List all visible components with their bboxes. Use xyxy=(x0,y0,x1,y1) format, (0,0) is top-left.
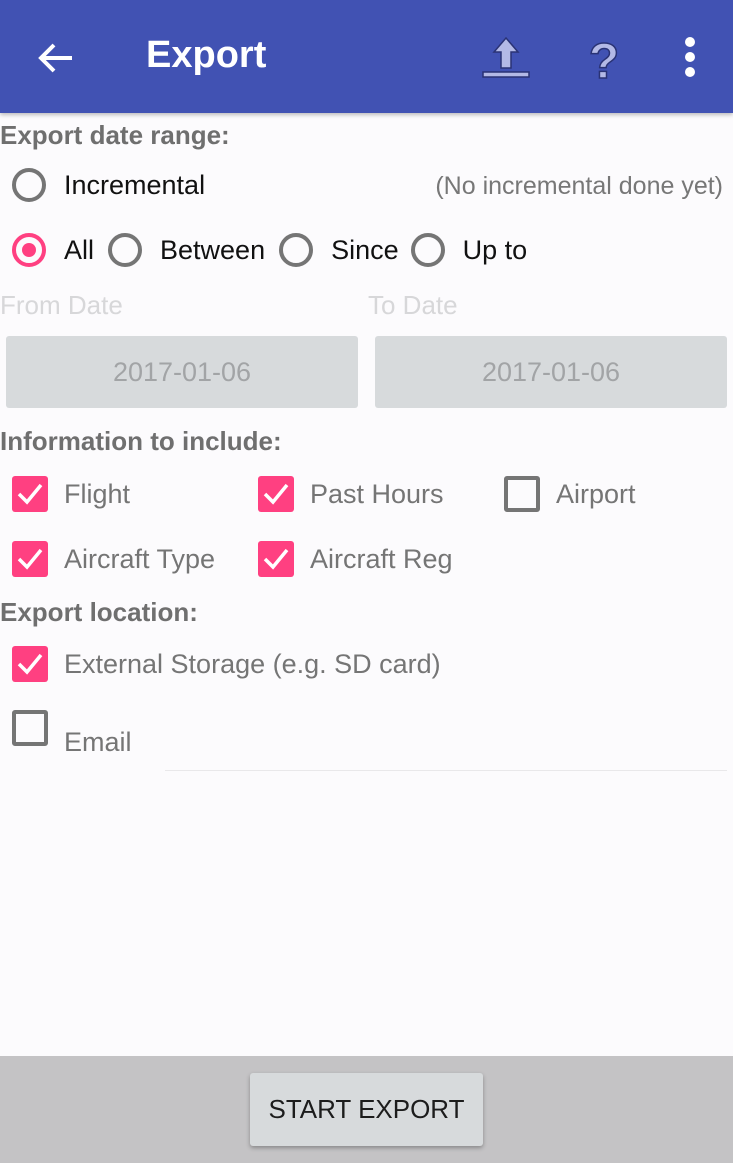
radio-incremental-label: Incremental xyxy=(64,169,206,200)
checkbox-flight[interactable]: Flight xyxy=(12,476,130,512)
radio-incremental-circle[interactable] xyxy=(12,168,46,202)
checkmark-icon xyxy=(263,483,289,505)
page-title: Export xyxy=(146,34,267,76)
checkbox-aircraft-reg-box[interactable] xyxy=(258,541,294,577)
checkbox-past-hours[interactable]: Past Hours xyxy=(258,476,444,512)
checkbox-external-storage-box[interactable] xyxy=(12,646,48,682)
radio-group-range: All Between Since Up to xyxy=(12,233,527,267)
help-icon[interactable]: ? xyxy=(576,30,632,86)
info-heading: Information to include: xyxy=(0,426,282,456)
checkbox-past-hours-box[interactable] xyxy=(258,476,294,512)
radio-between[interactable] xyxy=(108,233,143,267)
checkbox-external-storage[interactable]: External Storage (e.g. SD card) xyxy=(12,646,441,682)
checkbox-flight-label: Flight xyxy=(64,478,131,509)
from-date-button[interactable]: 2017-01-06 xyxy=(6,336,358,408)
app-bar: Export ? xyxy=(0,0,733,113)
to-date-button[interactable]: 2017-01-06 xyxy=(375,336,727,408)
to-date-label: To Date xyxy=(368,290,458,320)
from-date-label: From Date xyxy=(0,290,123,320)
checkbox-aircraft-type-label: Aircraft Type xyxy=(64,543,216,574)
checkbox-aircraft-reg-label: Aircraft Reg xyxy=(310,543,453,574)
checkmark-icon xyxy=(263,548,289,570)
email-address-field[interactable] xyxy=(165,770,727,771)
radio-up-to-label: Up to xyxy=(462,234,528,265)
upload-icon[interactable] xyxy=(478,30,534,86)
checkbox-aircraft-reg[interactable]: Aircraft Reg xyxy=(258,541,453,577)
radio-incremental[interactable]: Incremental xyxy=(12,168,205,202)
radio-between-label: Between xyxy=(160,234,266,265)
svg-text:?: ? xyxy=(589,33,620,86)
location-heading: Export location: xyxy=(0,597,198,627)
radio-all[interactable] xyxy=(12,233,46,267)
date-range-heading: Export date range: xyxy=(0,120,230,150)
checkmark-icon xyxy=(17,483,43,505)
checkbox-aircraft-type-box[interactable] xyxy=(12,541,48,577)
checkbox-external-storage-label: External Storage (e.g. SD card) xyxy=(64,648,441,679)
checkbox-email[interactable]: Email xyxy=(12,710,132,758)
checkbox-past-hours-label: Past Hours xyxy=(310,478,444,509)
radio-up-to[interactable] xyxy=(410,233,445,267)
radio-since[interactable] xyxy=(279,233,314,267)
incremental-note: (No incremental done yet) xyxy=(435,172,723,200)
radio-all-label: All xyxy=(64,234,95,265)
checkbox-airport-label: Airport xyxy=(556,478,636,509)
checkbox-airport[interactable]: Airport xyxy=(504,476,636,512)
checkmark-icon xyxy=(17,653,43,675)
checkbox-flight-box[interactable] xyxy=(12,476,48,512)
start-export-button[interactable]: START EXPORT xyxy=(250,1073,483,1146)
back-arrow-icon[interactable] xyxy=(36,38,76,78)
checkmark-icon xyxy=(17,548,43,570)
checkbox-email-label: Email xyxy=(64,727,132,757)
radio-since-label: Since xyxy=(331,234,399,265)
checkbox-airport-box[interactable] xyxy=(504,476,540,512)
checkbox-email-box[interactable] xyxy=(12,710,48,746)
checkbox-aircraft-type[interactable]: Aircraft Type xyxy=(12,541,215,577)
overflow-menu-icon[interactable] xyxy=(662,30,718,86)
